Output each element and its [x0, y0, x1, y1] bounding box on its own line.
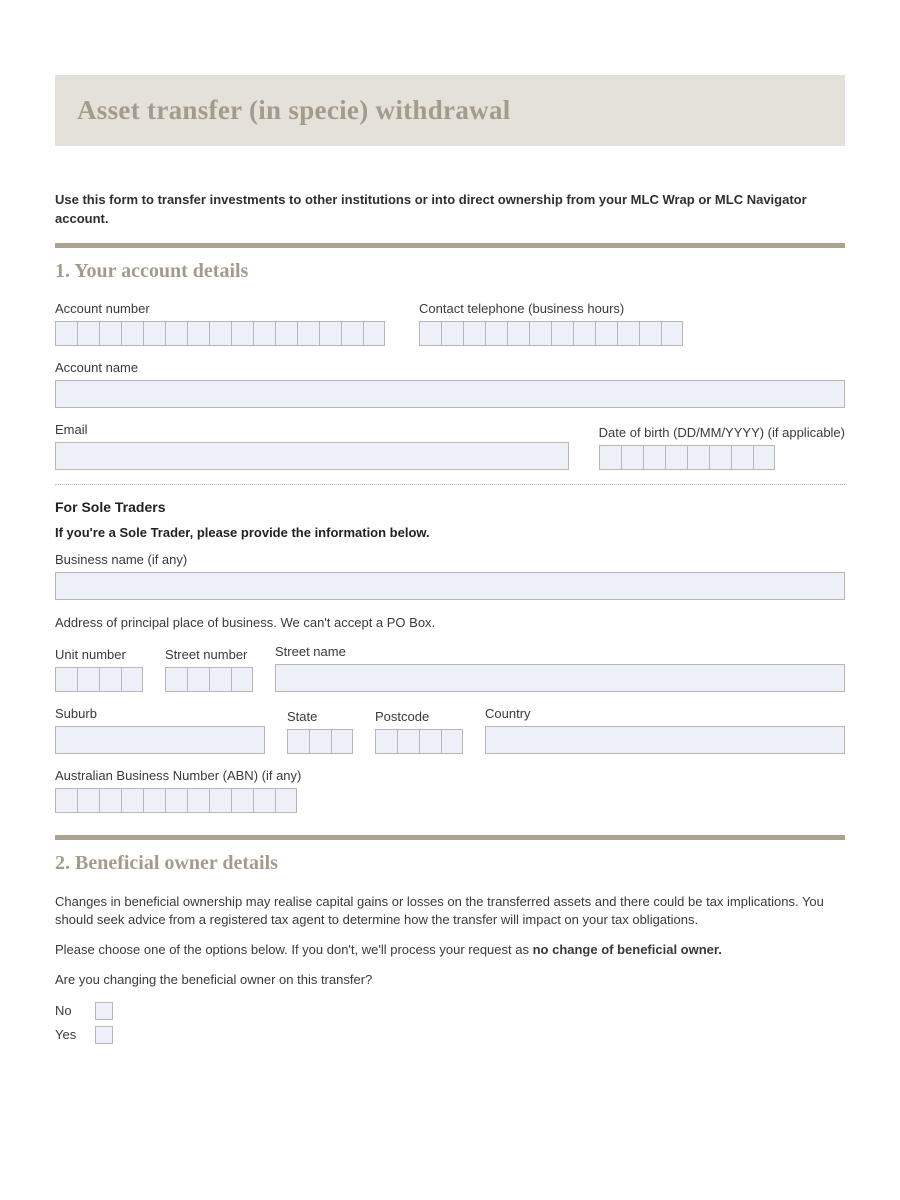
- option-yes-label: Yes: [55, 1027, 83, 1042]
- option-no-label: No: [55, 1003, 83, 1018]
- country-input[interactable]: [485, 726, 845, 754]
- abn-field: Australian Business Number (ABN) (if any…: [55, 768, 845, 813]
- contact-phone-field: Contact telephone (business hours): [419, 301, 683, 346]
- dotted-divider: [55, 484, 845, 485]
- postcode-field: Postcode: [375, 709, 463, 754]
- dob-input[interactable]: [599, 445, 845, 470]
- section2-para1: Changes in beneficial ownership may real…: [55, 893, 845, 929]
- contact-phone-label: Contact telephone (business hours): [419, 301, 683, 316]
- section-divider: [55, 243, 845, 248]
- street-number-label: Street number: [165, 647, 253, 662]
- street-name-label: Street name: [275, 644, 845, 659]
- option-no-checkbox[interactable]: [95, 1002, 113, 1020]
- email-label: Email: [55, 422, 569, 437]
- business-name-label: Business name (if any): [55, 552, 845, 567]
- sole-traders-instruction: If you're a Sole Trader, please provide …: [55, 525, 845, 540]
- section2-para2: Please choose one of the options below. …: [55, 941, 845, 959]
- dob-label: Date of birth (DD/MM/YYYY) (if applicabl…: [599, 425, 845, 440]
- option-yes-row: Yes: [55, 1026, 845, 1044]
- email-input[interactable]: [55, 442, 569, 470]
- suburb-label: Suburb: [55, 706, 265, 721]
- dob-field: Date of birth (DD/MM/YYYY) (if applicabl…: [599, 425, 845, 470]
- state-input[interactable]: [287, 729, 353, 754]
- section2-question: Are you changing the beneficial owner on…: [55, 971, 845, 989]
- account-name-input[interactable]: [55, 380, 845, 408]
- section2-title: 2. Beneficial owner details: [55, 852, 845, 875]
- unit-number-field: Unit number: [55, 647, 143, 692]
- email-field: Email: [55, 422, 569, 470]
- unit-number-input[interactable]: [55, 667, 143, 692]
- street-name-input[interactable]: [275, 664, 845, 692]
- account-number-field: Account number: [55, 301, 385, 346]
- form-title: Asset transfer (in specie) withdrawal: [77, 95, 823, 126]
- section2-para2b: no change of beneficial owner.: [533, 942, 722, 957]
- street-number-field: Street number: [165, 647, 253, 692]
- business-name-field: Business name (if any): [55, 552, 845, 600]
- section2-para2a: Please choose one of the options below. …: [55, 942, 533, 957]
- section-divider: [55, 835, 845, 840]
- form-intro: Use this form to transfer investments to…: [55, 191, 845, 229]
- option-no-row: No: [55, 1002, 845, 1020]
- country-label: Country: [485, 706, 845, 721]
- postcode-input[interactable]: [375, 729, 463, 754]
- street-number-input[interactable]: [165, 667, 253, 692]
- street-name-field: Street name: [275, 644, 845, 692]
- section1-title: 1. Your account details: [55, 260, 845, 283]
- account-name-label: Account name: [55, 360, 845, 375]
- business-name-input[interactable]: [55, 572, 845, 600]
- state-label: State: [287, 709, 353, 724]
- suburb-input[interactable]: [55, 726, 265, 754]
- unit-number-label: Unit number: [55, 647, 143, 662]
- country-field: Country: [485, 706, 845, 754]
- abn-input[interactable]: [55, 788, 845, 813]
- state-field: State: [287, 709, 353, 754]
- form-header: Asset transfer (in specie) withdrawal: [55, 75, 845, 146]
- address-note: Address of principal place of business. …: [55, 614, 845, 632]
- postcode-label: Postcode: [375, 709, 463, 724]
- account-number-label: Account number: [55, 301, 385, 316]
- sole-traders-heading: For Sole Traders: [55, 499, 845, 515]
- abn-label: Australian Business Number (ABN) (if any…: [55, 768, 845, 783]
- contact-phone-input[interactable]: [419, 321, 683, 346]
- account-number-input[interactable]: [55, 321, 385, 346]
- suburb-field: Suburb: [55, 706, 265, 754]
- option-yes-checkbox[interactable]: [95, 1026, 113, 1044]
- account-name-field: Account name: [55, 360, 845, 408]
